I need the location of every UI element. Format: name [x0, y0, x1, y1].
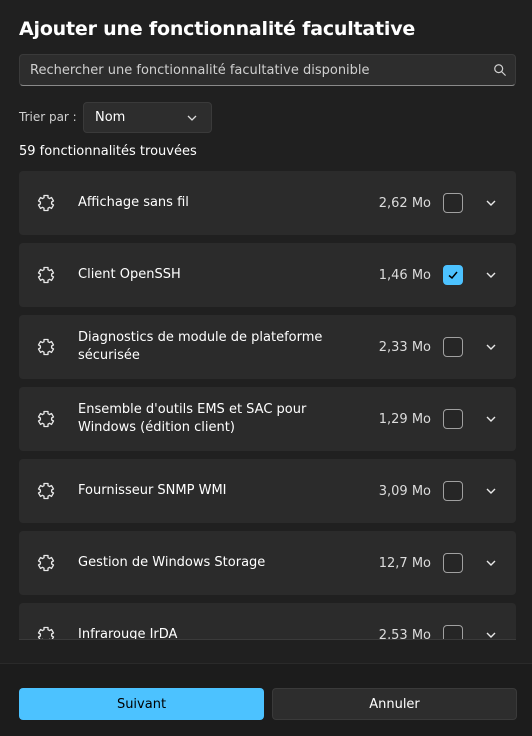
feature-name: Client OpenSSH: [78, 267, 181, 282]
feature-row[interactable]: Infrarouge IrDA 2,53 Mo: [19, 603, 516, 640]
feature-size: 2,62 Mo: [378, 195, 431, 211]
feature-row[interactable]: Client OpenSSH 1,46 Mo: [19, 243, 516, 307]
chevron-down-icon[interactable]: [485, 485, 497, 497]
feature-name: Affichage sans fil: [78, 195, 189, 210]
dialog-title: Ajouter une fonctionnalité facultative: [19, 18, 416, 40]
search-box[interactable]: [19, 54, 516, 86]
feature-row[interactable]: Affichage sans fil 2,62 Mo: [19, 171, 516, 235]
puzzle-gear-icon: [37, 554, 55, 572]
feature-name: Infrarouge IrDA: [78, 627, 178, 640]
feature-name: Fournisseur SNMP WMI: [78, 483, 227, 498]
sort-dropdown[interactable]: Nom: [83, 102, 212, 133]
feature-size: 1,46 Mo: [378, 267, 431, 283]
feature-name: Gestion de Windows Storage: [78, 555, 266, 570]
feature-checkbox[interactable]: [443, 337, 463, 357]
puzzle-gear-icon: [37, 482, 55, 500]
puzzle-gear-icon: [37, 410, 55, 428]
feature-row[interactable]: Diagnostics de module de plateforme sécu…: [19, 315, 516, 379]
next-button[interactable]: Suivant: [19, 688, 264, 720]
sort-selected-value: Nom: [95, 110, 126, 125]
feature-checkbox[interactable]: [443, 481, 463, 501]
chevron-down-icon[interactable]: [485, 413, 497, 425]
puzzle-gear-icon: [37, 266, 55, 284]
chevron-down-icon: [187, 115, 197, 121]
chevron-down-icon[interactable]: [485, 557, 497, 569]
feature-checkbox[interactable]: [443, 265, 463, 285]
puzzle-gear-icon: [37, 194, 55, 212]
feature-checkbox[interactable]: [443, 409, 463, 429]
feature-row[interactable]: Gestion de Windows Storage 12,7 Mo: [19, 531, 516, 595]
chevron-down-icon[interactable]: [485, 341, 497, 353]
puzzle-gear-icon: [37, 338, 55, 356]
feature-size: 2,33 Mo: [378, 339, 431, 355]
results-count: 59 fonctionnalités trouvées: [19, 144, 197, 159]
search-icon[interactable]: [493, 63, 507, 77]
checkmark-icon: [448, 271, 458, 280]
chevron-down-icon[interactable]: [485, 197, 497, 209]
feature-list[interactable]: Affichage sans fil 2,62 Mo Client OpenSSH 1…: [19, 171, 516, 640]
cancel-button[interactable]: Annuler: [272, 688, 517, 720]
feature-row[interactable]: Ensemble d'outils EMS et SAC pour Window…: [19, 387, 516, 451]
search-input[interactable]: [20, 61, 493, 79]
chevron-down-icon[interactable]: [485, 629, 497, 640]
feature-row[interactable]: Fournisseur SNMP WMI 3,09 Mo: [19, 459, 516, 523]
feature-checkbox[interactable]: [443, 553, 463, 573]
feature-name: Diagnostics de module de plateforme sécu…: [78, 330, 323, 363]
feature-checkbox[interactable]: [443, 625, 463, 639]
puzzle-gear-icon: [37, 626, 55, 639]
feature-size: 1,29 Mo: [378, 411, 431, 427]
sort-label: Trier par :: [19, 110, 77, 124]
feature-size: 3,09 Mo: [378, 483, 431, 499]
feature-size: 2,53 Mo: [378, 627, 431, 640]
feature-size: 12,7 Mo: [378, 555, 431, 571]
feature-name: Ensemble d'outils EMS et SAC pour Window…: [78, 402, 307, 435]
chevron-down-icon[interactable]: [485, 269, 497, 281]
feature-checkbox[interactable]: [443, 193, 463, 213]
